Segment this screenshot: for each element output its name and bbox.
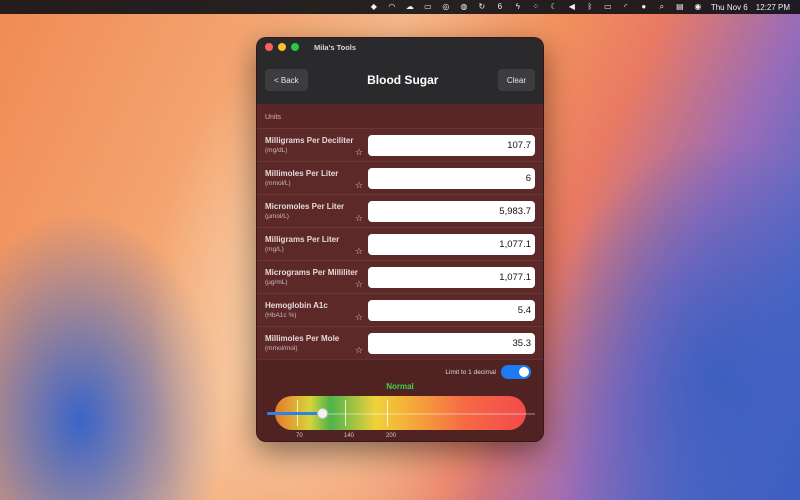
zoom-window-button[interactable] (291, 43, 299, 51)
toggle-knob (519, 367, 529, 377)
wifi-icon[interactable]: ◜ (621, 0, 631, 14)
status-label: Normal (386, 382, 414, 391)
unit-name: Millimoles Per Mole (265, 334, 340, 343)
toolbar: < Back Blood Sugar Clear (257, 56, 543, 104)
dots-icon[interactable]: ⁘ (531, 0, 541, 14)
unit-value-input[interactable]: 35.3 (368, 332, 535, 354)
bluetooth-icon[interactable]: ᛒ (585, 0, 595, 14)
moon-icon[interactable]: ☾ (549, 0, 559, 14)
unit-abbreviation: (mg/dL) (265, 147, 288, 154)
unit-name: Millimoles Per Liter (265, 169, 339, 178)
unit-abbreviation: (µg/mL) (265, 279, 288, 286)
unit-row-labels: Milligrams Per Liter (mg/L) ☆ (265, 235, 363, 256)
clear-button[interactable]: Clear (497, 69, 535, 91)
unit-value-input[interactable]: 1,077.1 (368, 233, 535, 255)
unit-row: Hemoglobin A1c (HbA1c %) ☆ 5.4 (257, 293, 543, 326)
unit-row: Milligrams Per Deciliter (mg/dL) ☆ 107.7 (257, 128, 543, 161)
unit-abbreviation: (HbA1c %) (265, 312, 297, 319)
gauge-label-140: 140 (344, 433, 355, 439)
footer-panel: Limit to 1 decimal Normal 70 140 200 (257, 359, 543, 441)
battery-icon[interactable]: ▭ (603, 0, 613, 14)
unit-name: Micrograms Per Milliliter (265, 268, 358, 277)
unit-name: Micromoles Per Liter (265, 202, 345, 211)
unit-value-input[interactable]: 1,077.1 (368, 266, 535, 288)
page-title: Blood Sugar (367, 73, 439, 87)
unit-name: Milligrams Per Liter (265, 235, 340, 244)
unit-row-labels: Millimoles Per Liter (mmol/L) ☆ (265, 169, 363, 190)
unit-row-labels: Micromoles Per Liter (µmol/L) ☆ (265, 202, 363, 223)
title-bar: Mila's Tools (257, 38, 543, 56)
unit-row: Micrograms Per Milliliter (µg/mL) ☆ 1,077.1 (257, 260, 543, 293)
unit-value-input[interactable]: 6 (368, 167, 535, 189)
unit-row: Milligrams Per Liter (mg/L) ☆ 1,077.1 (257, 227, 543, 260)
unit-row-labels: Hemoglobin A1c (HbA1c %) ☆ (265, 301, 363, 322)
unit-value-input[interactable]: 107.7 (368, 134, 535, 156)
user-icon[interactable]: ● (639, 0, 649, 14)
unit-row: Micromoles Per Liter (µmol/L) ☆ 5,983.7 (257, 194, 543, 227)
gauge-label-200: 200 (386, 433, 397, 439)
favorite-star-icon[interactable]: ☆ (355, 147, 363, 158)
window-title: Mila's Tools (314, 42, 357, 52)
favorite-star-icon[interactable]: ☆ (355, 246, 363, 257)
gauge-label-70: 70 (296, 433, 303, 439)
unit-name: Hemoglobin A1c (265, 301, 328, 310)
dropbox-icon[interactable]: ◆ (369, 0, 379, 14)
unit-abbreviation: (mmol/mol) (265, 345, 298, 352)
limit-decimal-control: Limit to 1 decimal (445, 365, 531, 379)
menubar-time[interactable]: 12:27 PM (756, 3, 790, 12)
unit-abbreviation: (mg/L) (265, 246, 284, 253)
sync-icon[interactable]: ↻ (477, 0, 487, 14)
globe-search-icon[interactable]: ◎ (441, 0, 451, 14)
menu-bar: ◆ ◠ ☁ ▭ ◎ ◍ ↻ 6 ϟ ⁘ ☾ ◀ ᛒ ▭ ◜ ● ⌕ ▤ ◉ Th… (0, 0, 800, 14)
bolt-icon[interactable]: ϟ (513, 0, 523, 14)
unit-value-input[interactable]: 5.4 (368, 299, 535, 321)
favorite-star-icon[interactable]: ☆ (355, 312, 363, 323)
unit-abbreviation: (µmol/L) (265, 213, 289, 220)
rss-icon[interactable]: ◠ (387, 0, 397, 14)
minimize-window-button[interactable] (278, 43, 286, 51)
favorite-star-icon[interactable]: ☆ (355, 279, 363, 290)
limit-decimal-label: Limit to 1 decimal (445, 368, 496, 376)
unit-list: Milligrams Per Deciliter (mg/dL) ☆ 107.7 Mil… (257, 128, 543, 359)
siri-icon[interactable]: ◉ (693, 0, 703, 14)
close-window-button[interactable] (265, 43, 273, 51)
search-icon[interactable]: ⌕ (657, 0, 667, 14)
favorite-star-icon[interactable]: ☆ (355, 213, 363, 224)
control-center-icon[interactable]: ▤ (675, 0, 685, 14)
unit-row-labels: Millimoles Per Mole (mmol/mol) ☆ (265, 334, 363, 355)
units-section-label: Units (265, 114, 281, 121)
unit-abbreviation: (mmol/L) (265, 180, 291, 187)
unit-row: Millimoles Per Mole (mmol/mol) ☆ 35.3 (257, 326, 543, 359)
limit-decimal-toggle[interactable] (501, 365, 531, 379)
back-button[interactable]: < Back (265, 69, 308, 91)
unit-row-labels: Micrograms Per Milliliter (µg/mL) ☆ (265, 268, 363, 289)
volume-icon[interactable]: ◀ (567, 0, 577, 14)
menubar-date[interactable]: Thu Nov 6 (711, 3, 748, 12)
unit-name: Milligrams Per Deciliter (265, 136, 354, 145)
unit-row: Millimoles Per Liter (mmol/L) ☆ 6 (257, 161, 543, 194)
slider-fill (267, 412, 324, 415)
app-window: Mila's Tools < Back Blood Sugar Clear Un… (256, 37, 544, 442)
badge-6-icon[interactable]: 6 (495, 0, 505, 14)
favorite-star-icon[interactable]: ☆ (355, 180, 363, 191)
unit-value-input[interactable]: 5,983.7 (368, 200, 535, 222)
unit-row-labels: Milligrams Per Deciliter (mg/dL) ☆ (265, 136, 363, 157)
favorite-star-icon[interactable]: ☆ (355, 345, 363, 356)
vpn-icon[interactable]: ◍ (459, 0, 469, 14)
cloud-icon[interactable]: ☁ (405, 0, 415, 14)
display-icon[interactable]: ▭ (423, 0, 433, 14)
